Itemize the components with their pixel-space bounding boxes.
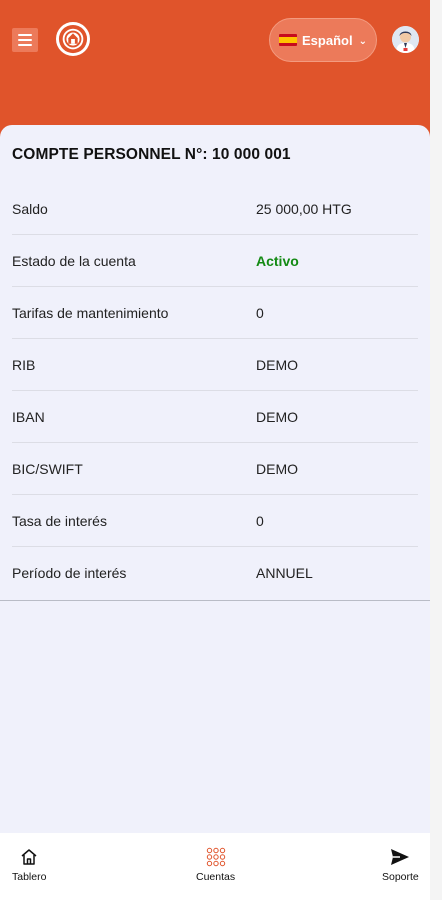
detail-row-interest-rate: Tasa de interés 0 (12, 495, 418, 547)
detail-label: Estado de la cuenta (12, 252, 136, 269)
language-label: Español (302, 32, 353, 48)
spain-flag-icon (279, 34, 298, 46)
nav-label: Soporte (382, 871, 419, 883)
nav-item-cuentas[interactable]: Cuentas (196, 847, 235, 883)
account-title: COMPTE PERSONNEL N°: 10 000 001 (12, 146, 291, 163)
detail-value: DEMO (256, 408, 298, 425)
grid-icon (206, 847, 226, 867)
scrollbar-track[interactable] (430, 0, 442, 900)
nav-label: Tablero (12, 871, 47, 883)
detail-row-maintenance-fees: Tarifas de mantenimiento 0 (12, 287, 418, 339)
detail-row-status: Estado de la cuenta Activo (12, 235, 418, 287)
detail-value: 0 (256, 304, 264, 321)
detail-value: DEMO (256, 356, 298, 373)
detail-row-interest-period: Período de interés ANNUEL (12, 547, 418, 599)
chevron-down-icon: ⌄ (358, 35, 367, 47)
account-details-list: Saldo 25 000,00 HTG Estado de la cuenta … (12, 183, 418, 599)
detail-label: Tasa de interés (12, 512, 107, 529)
detail-label: BIC/SWIFT (12, 460, 83, 477)
menu-icon[interactable] (12, 28, 38, 52)
nav-item-tablero[interactable]: Tablero (12, 847, 46, 883)
detail-row-bic-swift: BIC/SWIFT DEMO (12, 443, 418, 495)
detail-value: DEMO (256, 460, 298, 477)
detail-label: Período de interés (12, 565, 127, 581)
detail-value: 25 000,00 HTG (256, 200, 352, 217)
nav-item-soporte[interactable]: Soporte (382, 847, 419, 883)
home-icon (20, 847, 38, 867)
account-details-card: COMPTE PERSONNEL N°: 10 000 001 Saldo 25… (0, 125, 430, 601)
detail-value: ANNUEL (256, 565, 313, 581)
detail-label: Saldo (12, 200, 48, 217)
language-selector[interactable]: Español ⌄ (269, 18, 377, 62)
status-badge: Activo (256, 252, 299, 269)
detail-row-saldo: Saldo 25 000,00 HTG (12, 183, 418, 235)
detail-row-iban: IBAN DEMO (12, 391, 418, 443)
bottom-navigation: Tablero Cuentas Soporte (0, 833, 430, 900)
detail-value: 0 (256, 512, 264, 529)
detail-row-rib: RIB DEMO (12, 339, 418, 391)
avatar[interactable] (392, 26, 419, 53)
brand-logo[interactable] (56, 22, 90, 56)
detail-label: RIB (12, 356, 36, 373)
send-icon (390, 847, 410, 867)
detail-label: Tarifas de mantenimiento (12, 304, 169, 321)
nav-label: Cuentas (196, 871, 236, 883)
detail-label: IBAN (12, 408, 45, 425)
